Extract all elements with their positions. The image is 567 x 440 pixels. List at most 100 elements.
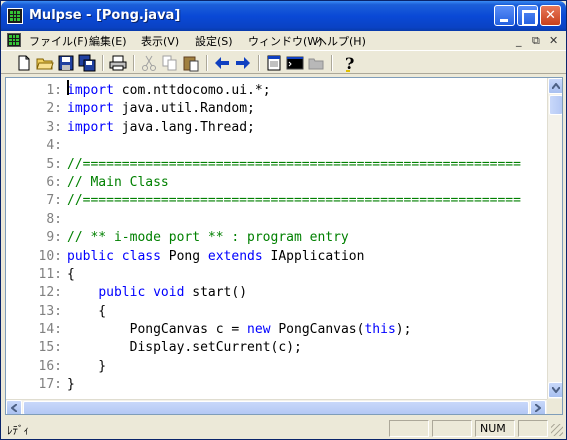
status-pane (518, 420, 548, 437)
line-text: import java.lang.Thread; (67, 119, 255, 135)
menu-window[interactable]: ウィンドウ(W) (248, 33, 322, 49)
maximize-button[interactable] (517, 5, 538, 26)
line-text: // Main Class (67, 174, 169, 190)
horizontal-scroll-thumb[interactable] (23, 401, 529, 414)
svg-text:?: ? (345, 54, 354, 72)
toolbar-separator (331, 55, 333, 71)
save-icon[interactable] (57, 54, 75, 72)
toolbar-separator (133, 55, 135, 71)
code-line[interactable]: 7: //====================================… (6, 192, 547, 210)
open-folder-icon[interactable] (36, 54, 54, 72)
minimize-button[interactable] (494, 5, 515, 26)
code-line[interactable]: 12: public void start() (6, 284, 547, 302)
print-icon[interactable] (109, 54, 127, 72)
code-editor[interactable]: 1: import com.nttdocomo.ui.*; 2: import jav… (5, 77, 563, 415)
line-number: 1: (46, 83, 62, 98)
scroll-right-button[interactable] (530, 400, 546, 414)
toolbar-separator (206, 55, 208, 71)
chevron-right-icon (535, 404, 541, 412)
vertical-scrollbar[interactable] (547, 78, 562, 399)
window-icon[interactable] (265, 54, 283, 72)
line-text: //======================================… (67, 156, 521, 172)
code-line[interactable]: 9: // ** i-mode port ** : program entry (6, 229, 547, 247)
code-line[interactable]: 15: Display.setCurrent(c); (6, 339, 547, 357)
menu-bar: ファイル(F) 編集(E) 表示(V) 設定(S) ウィンドウ(W) ヘルプ(H… (1, 31, 566, 49)
title-bar[interactable]: Mulpse - [Pong.java] ✕ (1, 1, 566, 31)
mdi-restore-button[interactable]: ⧉ (532, 34, 540, 48)
line-text: import java.util.Random; (67, 101, 255, 117)
mdi-close-button[interactable]: ✕ (549, 34, 558, 47)
paste-icon[interactable] (182, 54, 200, 72)
close-button[interactable]: ✕ (540, 5, 561, 26)
chevron-left-icon (11, 404, 17, 412)
line-text: { (67, 266, 75, 282)
code-line[interactable]: 5: //====================================… (6, 156, 547, 174)
help-icon[interactable]: ? (340, 54, 358, 72)
save-all-icon[interactable] (78, 54, 96, 72)
code-line[interactable]: 16: } (6, 358, 547, 376)
status-pane (432, 420, 472, 437)
line-number: 10: (38, 248, 62, 264)
line-number: 9: (46, 230, 62, 246)
scroll-left-button[interactable] (6, 400, 22, 414)
code-line[interactable]: 14: PongCanvas c = new PongCanvas(this); (6, 321, 547, 339)
menu-edit[interactable]: 編集(E) (89, 33, 127, 49)
menu-file[interactable]: ファイル(F) (29, 33, 88, 49)
line-number: 6: (46, 174, 62, 190)
arrow-right-icon[interactable] (234, 54, 252, 72)
line-number: 12: (38, 285, 62, 301)
code-line[interactable]: 11: { (6, 266, 547, 284)
arrow-left-icon[interactable] (213, 54, 231, 72)
code-line[interactable]: 6: // Main Class (6, 174, 547, 192)
scroll-up-button[interactable] (548, 78, 562, 94)
line-text: PongCanvas c = new PongCanvas(this); (129, 322, 412, 338)
line-text: } (67, 377, 75, 393)
menu-help[interactable]: ヘルプ(H) (316, 33, 366, 49)
line-number: 4: (46, 138, 62, 154)
code-line[interactable]: 3: import java.lang.Thread; (6, 119, 547, 137)
menu-settings[interactable]: 設定(S) (195, 33, 233, 49)
line-number: 17: (38, 377, 62, 393)
status-pane (389, 420, 429, 437)
vertical-scroll-thumb[interactable] (549, 95, 562, 115)
code-line[interactable]: 17:} (6, 376, 547, 394)
line-number: 13: (38, 303, 62, 319)
mdi-minimize-button[interactable]: _ (516, 34, 522, 47)
line-number: 8: (46, 211, 62, 227)
code-line[interactable]: 1: import com.nttdocomo.ui.*; (6, 82, 547, 100)
line-number: 2: (46, 101, 62, 117)
scroll-down-button[interactable] (548, 382, 562, 398)
toolbar-separator (258, 55, 260, 71)
line-text: Display.setCurrent(c); (129, 340, 302, 356)
cut-icon[interactable] (140, 54, 158, 72)
folder-icon[interactable] (307, 54, 325, 72)
code-line[interactable]: 13: { (6, 303, 547, 321)
line-text: public void start() (98, 285, 248, 301)
toolbar: ? (1, 50, 566, 74)
text-caret (67, 80, 69, 95)
copy-icon[interactable] (161, 54, 179, 72)
code-line[interactable]: 10: public class Pong extends IApplicatio… (6, 248, 547, 266)
code-line[interactable]: 2: import java.util.Random; (6, 100, 547, 118)
line-text: import com.nttdocomo.ui.*; (67, 83, 271, 98)
num-lock-indicator: NUM (475, 420, 515, 437)
status-bar: ﾚﾃﾞｨ NUM (1, 418, 566, 439)
code-line[interactable]: 4: (6, 137, 547, 155)
line-number: 3: (46, 119, 62, 135)
line-text: { (67, 303, 107, 319)
line-number: 14: (38, 322, 62, 338)
new-file-icon[interactable] (15, 54, 33, 72)
menu-view[interactable]: 表示(V) (141, 33, 179, 49)
status-text: ﾚﾃﾞｨ (7, 424, 29, 437)
horizontal-scrollbar[interactable] (6, 399, 547, 414)
line-number: 7: (46, 193, 62, 209)
code-area[interactable]: 1: import com.nttdocomo.ui.*; 2: import jav… (6, 82, 547, 394)
document-icon[interactable] (7, 33, 21, 47)
line-number: 5: (46, 156, 62, 172)
resize-grip[interactable] (551, 424, 563, 436)
line-number: 16: (38, 358, 62, 374)
toolbar-separator (102, 55, 104, 71)
code-line[interactable]: 8: (6, 211, 547, 229)
terminal-icon[interactable] (286, 54, 304, 72)
app-icon[interactable] (7, 8, 23, 24)
